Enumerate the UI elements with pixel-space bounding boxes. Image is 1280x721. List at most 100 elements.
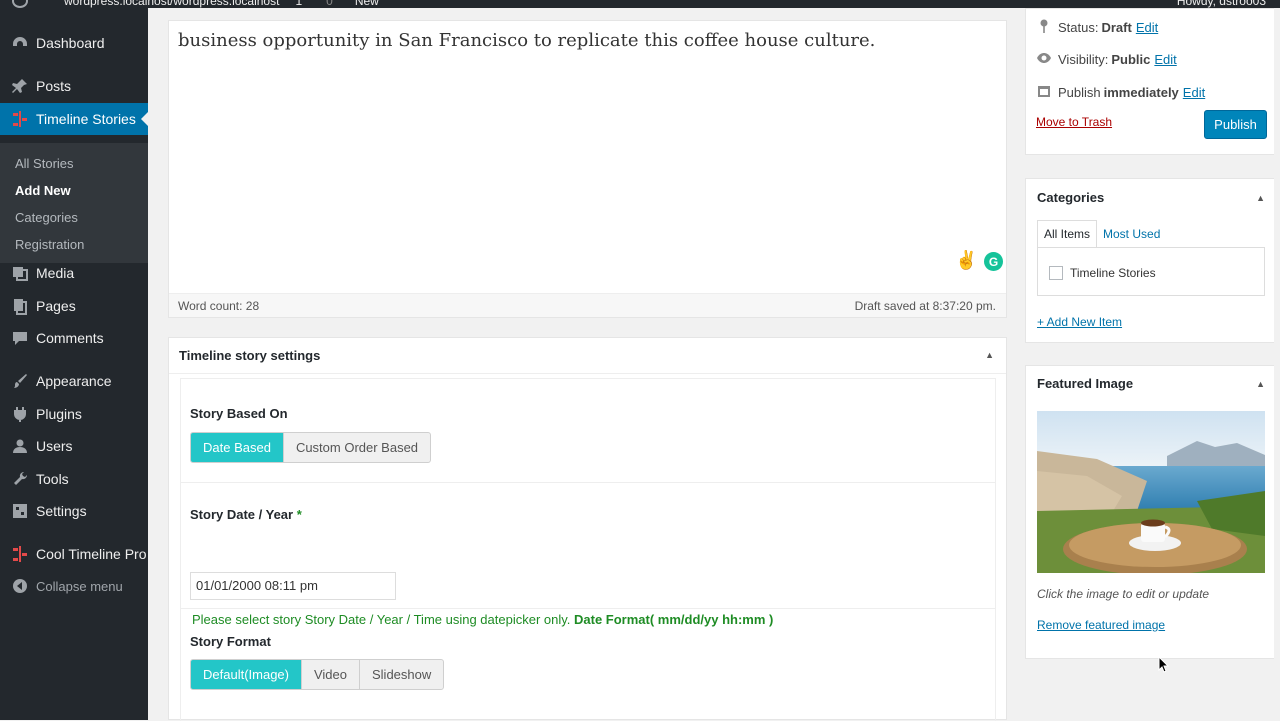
peace-hand-icon[interactable]: ✌ xyxy=(955,250,977,271)
divider xyxy=(181,608,995,609)
featured-image-title: Featured Image xyxy=(1037,376,1134,391)
post-editor[interactable]: business opportunity in San Francisco to… xyxy=(168,20,1007,318)
admin-bar-updates[interactable]: 1 xyxy=(295,0,302,8)
user-icon xyxy=(10,436,30,456)
editor-content[interactable]: business opportunity in San Francisco to… xyxy=(178,30,875,51)
publish-box: Status: Draft Edit Visibility: Public Edit… xyxy=(1025,8,1275,155)
collapse-toggle-icon[interactable]: ▲ xyxy=(1256,379,1265,389)
option-date-based[interactable]: Date Based xyxy=(191,433,283,462)
menu-label: Pages xyxy=(36,298,76,314)
admin-bar-howdy[interactable]: Howdy, dstroo03 xyxy=(1177,0,1266,8)
status-row: Status: Draft Edit xyxy=(1036,19,1158,36)
story-date-label: Story Date / Year * xyxy=(190,507,302,522)
edit-publish-time-link[interactable]: Edit xyxy=(1183,85,1205,100)
settings-panel: Story Based On Date Based Custom Order B… xyxy=(180,378,996,721)
submenu-add-new[interactable]: Add New xyxy=(15,183,71,198)
date-format-text: Date Format( mm/dd/yy hh:mm ) xyxy=(574,612,774,627)
calendar-icon xyxy=(1036,84,1052,101)
menu-label: Settings xyxy=(36,503,87,519)
featured-image-box: Featured Image ▲ Click the image to edit… xyxy=(1025,365,1275,659)
timeline-story-settings-box: Timeline story settings ▲ Story Based On… xyxy=(168,337,1007,721)
admin-bar-site-name[interactable]: wordpress.localhost/wordpress.localhost xyxy=(64,0,279,8)
admin-bar-new[interactable]: New xyxy=(355,0,379,8)
edit-visibility-link[interactable]: Edit xyxy=(1154,52,1176,67)
visibility-value: Public xyxy=(1111,52,1151,67)
admin-bar-comments[interactable]: 0 xyxy=(326,0,333,8)
settings-header[interactable]: Timeline story settings ▲ xyxy=(169,338,1006,374)
status-value: Draft xyxy=(1101,20,1132,35)
add-new-category-link[interactable]: + Add New Item xyxy=(1037,315,1122,329)
eye-icon xyxy=(1036,52,1052,67)
menu-label: Appearance xyxy=(36,373,112,389)
timeline-icon xyxy=(10,544,30,564)
dashboard-icon xyxy=(10,33,30,53)
visibility-label: Visibility: xyxy=(1058,52,1109,67)
menu-tools[interactable]: Tools xyxy=(0,463,148,495)
move-to-trash-link[interactable]: Move to Trash xyxy=(1036,115,1112,129)
option-video[interactable]: Video xyxy=(300,660,359,689)
story-date-help: Please select story Story Date / Year / … xyxy=(192,612,773,627)
timeline-submenu: All Stories Add New Categories Registrat… xyxy=(0,143,148,263)
categories-title: Categories xyxy=(1037,190,1105,205)
menu-users[interactable]: Users xyxy=(0,430,148,462)
menu-comments[interactable]: Comments xyxy=(0,322,148,354)
story-date-input[interactable]: 01/01/2000 08:11 pm xyxy=(190,572,396,600)
collapse-toggle-icon[interactable]: ▲ xyxy=(985,350,994,360)
categories-box: Categories ▲ All Items Most Used Timelin… xyxy=(1025,178,1275,343)
option-custom-order-based[interactable]: Custom Order Based xyxy=(282,433,430,462)
scrollbar[interactable] xyxy=(1274,8,1280,720)
wordpress-logo-icon[interactable] xyxy=(12,0,28,8)
menu-plugins[interactable]: Plugins xyxy=(0,398,148,430)
admin-bar: wordpress.localhost/wordpress.localhost … xyxy=(0,0,1280,8)
menu-dashboard[interactable]: Dashboard xyxy=(0,27,148,59)
menu-settings[interactable]: Settings xyxy=(0,495,148,527)
tab-all-items[interactable]: All Items xyxy=(1037,220,1098,247)
category-checkbox[interactable] xyxy=(1049,266,1063,280)
menu-cool-timeline-pro[interactable]: Cool Timeline Pro xyxy=(0,538,148,570)
option-slideshow[interactable]: Slideshow xyxy=(359,660,443,689)
categories-tabs: All Items Most Used xyxy=(1037,220,1166,247)
menu-label: Collapse menu xyxy=(36,578,123,594)
collapse-arrow-icon xyxy=(10,576,30,596)
pages-icon xyxy=(10,296,30,316)
grammarly-icon[interactable]: G xyxy=(984,252,1003,271)
menu-label: Tools xyxy=(36,471,69,487)
story-date-label-text: Story Date / Year xyxy=(190,507,294,522)
menu-label: Cool Timeline Pro xyxy=(36,546,147,562)
publish-time-value: immediately xyxy=(1103,85,1179,100)
categories-list: Timeline Stories xyxy=(1037,247,1265,296)
editor-status-bar: Word count: 28 Draft saved at 8:37:20 pm… xyxy=(169,293,1006,317)
submenu-all-stories[interactable]: All Stories xyxy=(15,156,74,171)
featured-image[interactable] xyxy=(1037,411,1265,573)
option-default-image[interactable]: Default(Image) xyxy=(191,660,301,689)
mouse-cursor-icon xyxy=(1158,656,1170,673)
menu-label: Media xyxy=(36,265,75,281)
menu-media[interactable]: Media xyxy=(0,257,148,289)
menu-pages[interactable]: Pages xyxy=(0,290,148,322)
menu-label: Comments xyxy=(36,330,104,346)
submenu-categories[interactable]: Categories xyxy=(15,210,78,225)
menu-label: Dashboard xyxy=(36,35,105,51)
story-format-toggle: Default(Image) Video Slideshow xyxy=(190,659,445,690)
media-icon xyxy=(10,263,30,283)
settings-icon xyxy=(10,501,30,521)
word-count: Word count: 28 xyxy=(178,299,260,313)
remove-featured-image-link[interactable]: Remove featured image xyxy=(1037,618,1165,632)
tab-most-used[interactable]: Most Used xyxy=(1097,220,1166,247)
edit-status-link[interactable]: Edit xyxy=(1136,20,1158,35)
collapse-toggle-icon[interactable]: ▲ xyxy=(1256,193,1265,203)
wrench-icon xyxy=(10,469,30,489)
publish-time-label: Publish xyxy=(1058,85,1101,100)
story-based-on-label: Story Based On xyxy=(190,406,288,421)
story-format-label: Story Format xyxy=(190,634,271,649)
submenu-registration[interactable]: Registration xyxy=(15,237,84,252)
menu-collapse[interactable]: Collapse menu xyxy=(0,570,148,602)
publish-button[interactable]: Publish xyxy=(1204,110,1267,139)
featured-image-caption: Click the image to edit or update xyxy=(1037,587,1210,601)
menu-timeline-stories[interactable]: Timeline Stories xyxy=(0,103,149,135)
menu-posts[interactable]: Posts xyxy=(0,70,148,102)
menu-label: Timeline Stories xyxy=(36,111,136,127)
menu-label: Posts xyxy=(36,78,72,94)
menu-appearance[interactable]: Appearance xyxy=(0,365,148,397)
category-label[interactable]: Timeline Stories xyxy=(1070,266,1156,280)
